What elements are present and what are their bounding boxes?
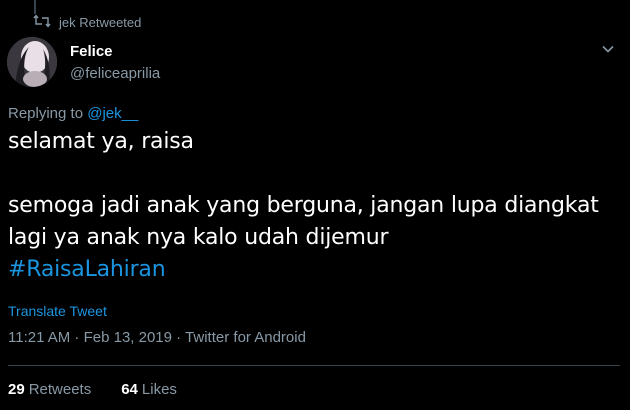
chevron-down-icon bbox=[601, 41, 615, 59]
retweet-icon bbox=[33, 14, 51, 31]
translate-tweet-link[interactable]: Translate Tweet bbox=[8, 303, 107, 319]
tweet-line-1: selamat ya, raisa bbox=[8, 129, 194, 154]
retweet-context[interactable]: jek Retweeted bbox=[33, 12, 141, 32]
retweet-label: jek Retweeted bbox=[59, 14, 142, 30]
more-options-button[interactable] bbox=[598, 40, 618, 60]
replying-to: Replying to @jek__ bbox=[8, 105, 138, 122]
avatar[interactable] bbox=[7, 37, 57, 87]
likes-stat[interactable]: 64 Likes bbox=[121, 381, 177, 398]
retweets-stat[interactable]: 29 Retweets bbox=[8, 381, 91, 398]
tweet-text: selamat ya, raisa semoga jadi anak yang … bbox=[8, 126, 620, 286]
tweet-line-3: lagi ya anak nya kalo udah dijemur bbox=[8, 225, 389, 250]
likes-label: Likes bbox=[141, 381, 177, 398]
retweets-count: 29 bbox=[8, 381, 25, 398]
tweet-paragraph-gap bbox=[8, 158, 620, 190]
author-name[interactable]: Felice bbox=[70, 43, 113, 60]
likes-count: 64 bbox=[121, 381, 138, 398]
author-handle[interactable]: @feliceaprilia bbox=[70, 65, 160, 82]
hashtag-link[interactable]: #RaisaLahiran bbox=[8, 254, 620, 286]
divider bbox=[8, 365, 620, 366]
tweet-timestamp[interactable]: 11:21 AM · Feb 13, 2019 · Twitter for An… bbox=[8, 329, 306, 346]
tweet-line-2: semoga jadi anak yang berguna, jangan lu… bbox=[8, 193, 599, 218]
replying-prefix: Replying to bbox=[8, 105, 88, 122]
tweet-stats: 29 Retweets 64 Likes bbox=[8, 381, 177, 398]
reply-mention-link[interactable]: @jek__ bbox=[87, 105, 138, 122]
retweets-label: Retweets bbox=[28, 381, 92, 398]
